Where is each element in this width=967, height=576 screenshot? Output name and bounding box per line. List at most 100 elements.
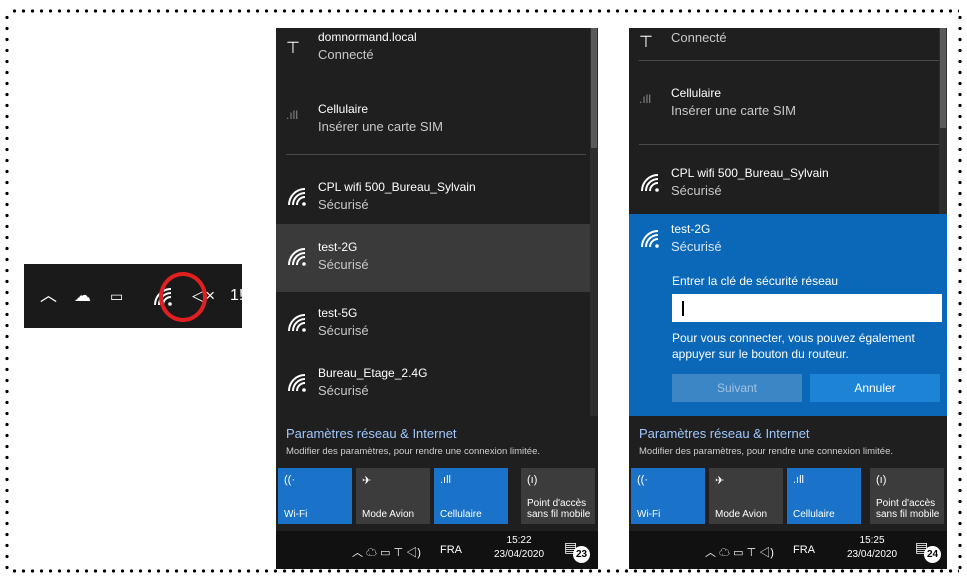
tile-airplane-mode[interactable]: ✈ Mode Avion	[709, 468, 783, 524]
tile-wifi[interactable]: ((· Wi-Fi	[631, 468, 705, 524]
hotspot-icon: (ı)	[876, 474, 887, 486]
tile-label: Wi-Fi	[637, 509, 661, 520]
cancel-button[interactable]: Annuler	[810, 374, 940, 402]
network-name: test-2G	[318, 240, 358, 254]
notification-badge: 23	[573, 546, 590, 563]
cellular-signal-icon: .ıll	[793, 474, 804, 486]
network-name: CPL wifi 500_Bureau_Sylvain	[671, 166, 829, 180]
cellular-signal-icon: .ıll	[440, 474, 451, 486]
clock-date: 23/04/2020	[847, 549, 898, 560]
airplane-icon: ✈	[715, 475, 725, 487]
notification-center-button[interactable]: ▤ 23	[564, 539, 590, 563]
tile-label: Mode Avion	[362, 509, 415, 520]
clock-time: 15:25	[859, 535, 885, 546]
airplane-icon: ✈	[362, 475, 372, 487]
battery-icon[interactable]: ▭	[110, 286, 123, 306]
network-settings-link[interactable]: Paramètres réseau & Internet	[286, 426, 457, 441]
network-status: Sécurisé	[318, 257, 369, 272]
router-button-hint: Pour vous connecter, vous pouvez égaleme…	[672, 331, 915, 361]
network-item[interactable]: Bureau_Etage_2.4G Sécurisé	[276, 350, 590, 418]
chevron-up-icon[interactable]: ︿	[40, 286, 57, 306]
wifi-icon	[639, 228, 661, 250]
cellular-signal-icon: .ıll	[286, 108, 298, 122]
network-item[interactable]: test-5G Sécurisé	[276, 290, 590, 358]
wifi-icon	[286, 372, 308, 394]
tile-label-line1: Point d'accès	[876, 498, 936, 509]
wifi-icon: ((·	[637, 474, 648, 486]
ethernet-icon: ⊤	[639, 34, 653, 51]
text-caret	[682, 301, 684, 316]
network-settings-link[interactable]: Paramètres réseau & Internet	[639, 426, 810, 441]
divider	[639, 144, 939, 145]
tile-label-line1: Point d'accès	[527, 498, 587, 509]
tile-label: Mode Avion	[715, 509, 768, 520]
network-item[interactable]: test-2G Sécurisé	[629, 206, 943, 274]
hotspot-icon: (ı)	[527, 474, 538, 486]
tile-cellular[interactable]: .ıll Cellulaire	[434, 468, 508, 524]
network-item[interactable]: .ıll Cellulaire Insérer une carte SIM	[276, 86, 590, 154]
network-flyout-1: ⊤ domnormand.local Connecté .ıll Cellula…	[276, 28, 598, 569]
wifi-icon: ((·	[284, 474, 295, 486]
screenshot-frame: ︿ ☁ ▭ ◁× 1! ⊤ domnormand.local Connecté …	[0, 0, 967, 576]
network-status: Sécurisé	[318, 323, 369, 338]
tile-label: Point d'accès sans fil mobile	[527, 498, 590, 520]
security-key-input[interactable]	[672, 294, 942, 322]
network-name: Bureau_Etage_2.4G	[318, 366, 428, 380]
network-status: Insérer une carte SIM	[671, 103, 796, 118]
tile-label: Wi-Fi	[284, 509, 308, 520]
network-settings-subtext: Modifier des paramètres, pour rendre une…	[286, 446, 540, 457]
tile-cellular[interactable]: .ıll Cellulaire	[787, 468, 861, 524]
wifi-icon	[286, 186, 308, 208]
clock-partial: 1!	[230, 287, 244, 304]
wifi-icon	[639, 172, 661, 194]
network-settings-subtext: Modifier des paramètres, pour rendre une…	[639, 446, 893, 457]
tile-mobile-hotspot[interactable]: (ı) Point d'accès sans fil mobile	[870, 468, 944, 524]
network-status: Connecté	[671, 30, 727, 45]
network-name: test-2G	[671, 222, 711, 236]
language-indicator[interactable]: FRA	[440, 544, 462, 556]
dotted-border-left	[4, 12, 10, 570]
tile-wifi[interactable]: ((· Wi-Fi	[278, 468, 352, 524]
clock-time: 15:22	[506, 535, 532, 546]
network-flyout-2: ⊤ Connecté .ıll Cellulaire Insérer une c…	[629, 28, 947, 569]
network-name: CPL wifi 500_Bureau_Sylvain	[318, 180, 476, 194]
highlight-ring	[159, 272, 207, 322]
cloud-icon[interactable]: ☁	[74, 286, 91, 306]
security-key-label: Entrer la clé de sécurité réseau	[672, 274, 839, 288]
network-status: Sécurisé	[318, 383, 369, 398]
network-status: Insérer une carte SIM	[318, 119, 443, 134]
next-button[interactable]: Suivant	[672, 374, 802, 402]
language-indicator[interactable]: FRA	[793, 544, 815, 556]
network-status: Sécurisé	[318, 197, 369, 212]
divider	[639, 60, 939, 61]
network-status: Connecté	[318, 47, 374, 62]
tray-zoom: ︿ ☁ ▭ ◁× 1!	[24, 264, 244, 328]
network-name: Cellulaire	[671, 86, 722, 100]
tile-mobile-hotspot[interactable]: (ı) Point d'accès sans fil mobile	[521, 468, 595, 524]
tile-label: Cellulaire	[440, 509, 482, 520]
network-item[interactable]: CPL wifi 500_Bureau_Sylvain Sécurisé	[276, 164, 590, 232]
tray-icons[interactable]: ︿ ☁ ▭ ⊤ ◁)	[705, 544, 774, 560]
clock[interactable]: 15:25 23/04/2020	[847, 534, 897, 562]
wifi-icon	[286, 246, 308, 268]
dotted-border-top	[10, 8, 959, 14]
scrollbar[interactable]	[590, 28, 598, 416]
network-status: Sécurisé	[671, 239, 722, 254]
clock[interactable]: 15:22 23/04/2020	[494, 534, 544, 562]
network-item[interactable]: .ıll Cellulaire Insérer une carte SIM	[629, 70, 943, 138]
ethernet-icon: ⊤	[286, 40, 300, 57]
network-item[interactable]: test-2G Sécurisé	[276, 224, 590, 292]
taskbar: ︿ ☁ ▭ ⊤ ◁) FRA 15:22 23/04/2020 ▤ 23	[276, 531, 598, 569]
dotted-border-right	[957, 12, 963, 570]
taskbar: ︿ ☁ ▭ ⊤ ◁) FRA 15:25 23/04/2020 ▤ 24	[629, 531, 947, 569]
tile-airplane-mode[interactable]: ✈ Mode Avion	[356, 468, 430, 524]
divider	[286, 154, 586, 155]
tile-label-line2: sans fil mobile	[527, 509, 591, 520]
notification-center-button[interactable]: ▤ 24	[915, 539, 941, 563]
network-item[interactable]: ⊤ domnormand.local Connecté	[276, 28, 590, 82]
tile-label: Cellulaire	[793, 509, 835, 520]
tile-label-line2: sans fil mobile	[876, 509, 940, 520]
clock-date: 23/04/2020	[494, 549, 545, 560]
tray-icons[interactable]: ︿ ☁ ▭ ⊤ ◁)	[352, 544, 421, 560]
network-name: Cellulaire	[318, 102, 369, 116]
